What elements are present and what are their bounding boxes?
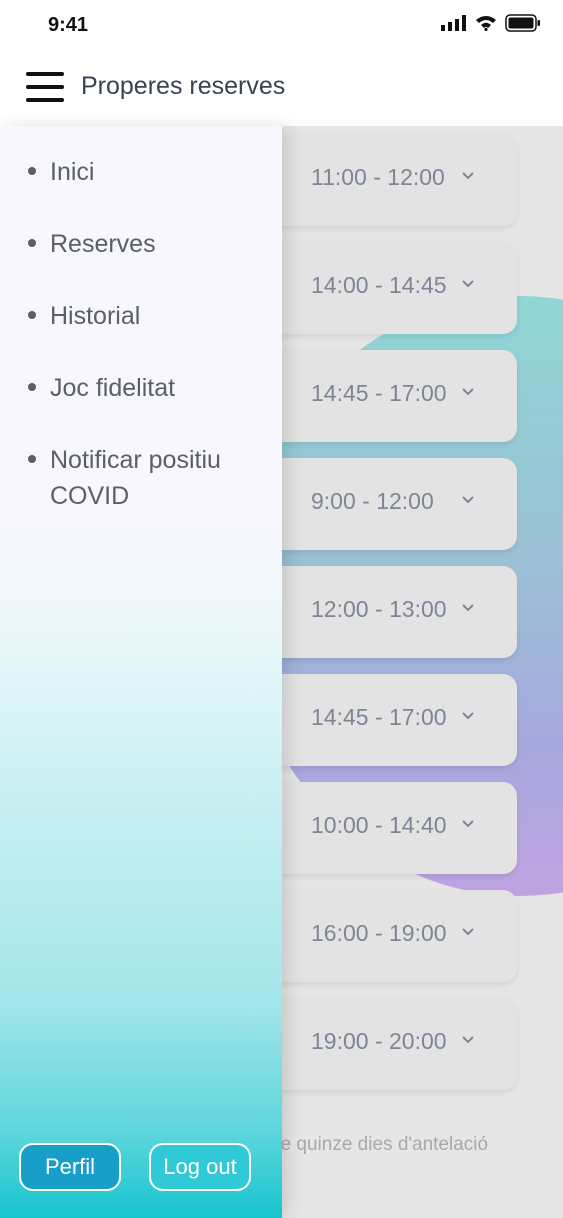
menu-item-notificar-covid[interactable]: Notificar positiu COVID — [28, 442, 270, 514]
menu-item-joc-fidelitat[interactable]: Joc fidelitat — [28, 370, 175, 406]
bullet-icon — [28, 455, 36, 463]
chevron-down-icon[interactable] — [462, 278, 474, 290]
chevron-down-icon[interactable] — [462, 170, 474, 182]
menu-item-inici[interactable]: Inici — [28, 154, 94, 190]
chevron-down-icon[interactable] — [462, 818, 474, 830]
slot-time: 14:45 - 17:00 — [311, 380, 447, 406]
chevron-down-icon[interactable] — [462, 386, 474, 398]
menu-item-label: Reserves — [50, 230, 156, 258]
profile-button[interactable]: Perfil — [19, 1143, 121, 1191]
menu-item-label: Historial — [50, 302, 141, 330]
app-header: Properes reserves — [0, 52, 563, 126]
logout-button[interactable]: Log out — [149, 1143, 251, 1191]
slot-time: 11:00 - 12:00 — [311, 164, 445, 190]
slot-time: 10:00 - 14:40 — [311, 812, 447, 838]
chevron-down-icon[interactable] — [462, 602, 474, 614]
nav-drawer: Inici Reserves Historial Joc fidelitat N… — [0, 126, 282, 1218]
slot-time: 12:00 - 13:00 — [311, 596, 447, 622]
page-title: Properes reserves — [81, 72, 286, 100]
bullet-icon — [28, 311, 36, 319]
hamburger-icon[interactable] — [26, 72, 66, 102]
chevron-down-icon[interactable] — [462, 710, 474, 722]
slot-time: 16:00 - 19:00 — [311, 920, 447, 946]
menu-item-label: Inici — [50, 158, 95, 186]
status-bar: 9:41 — [0, 0, 563, 52]
menu-item-reserves[interactable]: Reserves — [28, 226, 156, 262]
bullet-icon — [28, 167, 36, 175]
chevron-down-icon[interactable] — [462, 1034, 474, 1046]
bullet-icon — [28, 383, 36, 391]
slot-time: 14:45 - 17:00 — [311, 704, 447, 730]
menu-item-label: Joc fidelitat — [50, 374, 176, 402]
slot-time: 19:00 - 20:00 — [311, 1028, 447, 1054]
status-icons — [441, 14, 541, 32]
footer-note: de quinze dies d'antelació — [270, 1134, 489, 1155]
menu-item-historial[interactable]: Historial — [28, 298, 140, 334]
bullet-icon — [28, 239, 36, 247]
signal-icon — [441, 15, 466, 31]
menu-item-label: Notificar positiu COVID — [50, 446, 221, 510]
battery-icon — [505, 14, 540, 32]
slot-time: 9:00 - 12:00 — [311, 488, 434, 514]
status-time: 9:41 — [48, 14, 89, 36]
chevron-down-icon[interactable] — [462, 926, 474, 938]
slot-time: 14:00 - 14:45 — [311, 272, 447, 298]
chevron-down-icon[interactable] — [462, 494, 474, 506]
wifi-icon — [476, 16, 496, 31]
